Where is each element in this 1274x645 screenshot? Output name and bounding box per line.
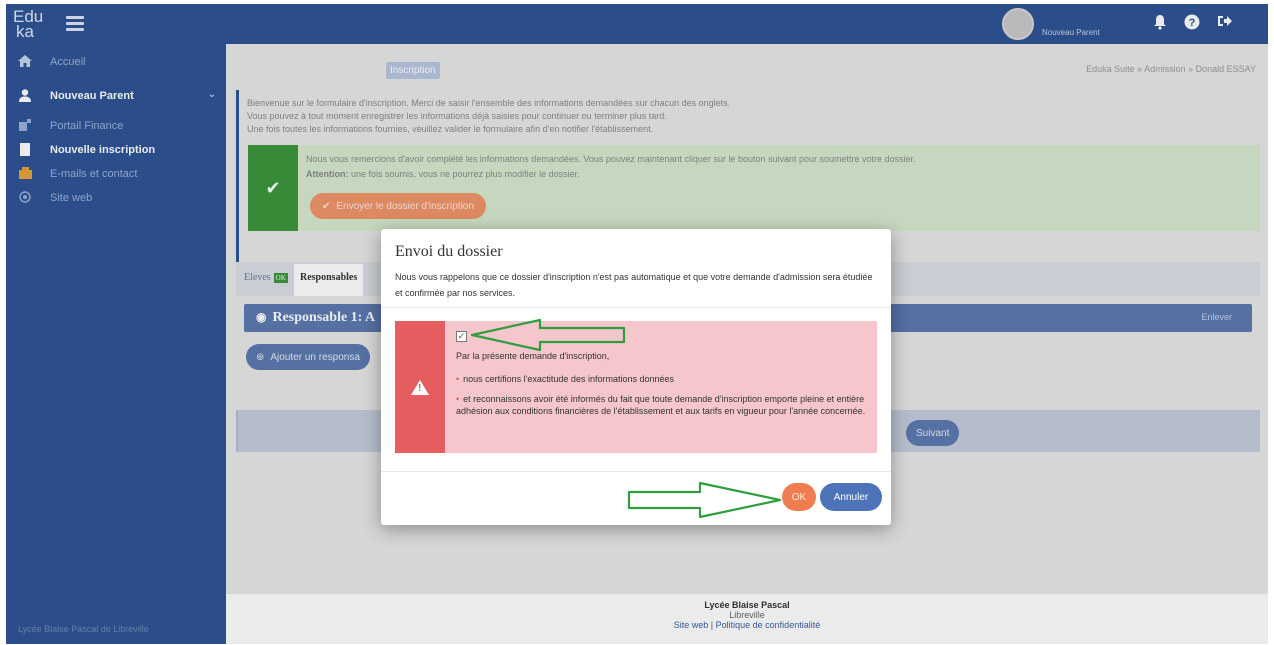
warning-item-text: et reconnaissons avoir été informés du f… — [456, 394, 866, 416]
dialog-message: Nous vous rappelons que ce dossier d'ins… — [395, 272, 873, 298]
accept-checkbox[interactable]: ✓ — [456, 331, 467, 342]
warning-item-text: nous certifions l'exactitude des informa… — [463, 374, 674, 384]
dialog-title: Envoi du dossier — [395, 243, 503, 260]
cancel-button[interactable]: Annuler — [820, 483, 882, 511]
bullet: • — [456, 374, 460, 384]
divider — [381, 307, 891, 308]
warning-icon: ! — [395, 321, 445, 453]
warning-alert: ! ✓ Par la présente demande d'inscriptio… — [395, 321, 877, 453]
divider — [381, 471, 891, 472]
list-item: • nous certifions l'exactitude des inform… — [456, 373, 866, 385]
bullet: • — [456, 394, 460, 404]
list-item: • et reconnaissons avoir été informés du … — [456, 393, 866, 417]
annotation-arrow-checkbox — [470, 318, 626, 352]
ok-button[interactable]: OK — [782, 483, 816, 511]
warning-intro: Par la présente demande d'inscription, — [456, 351, 610, 361]
annotation-arrow-ok — [627, 481, 782, 519]
